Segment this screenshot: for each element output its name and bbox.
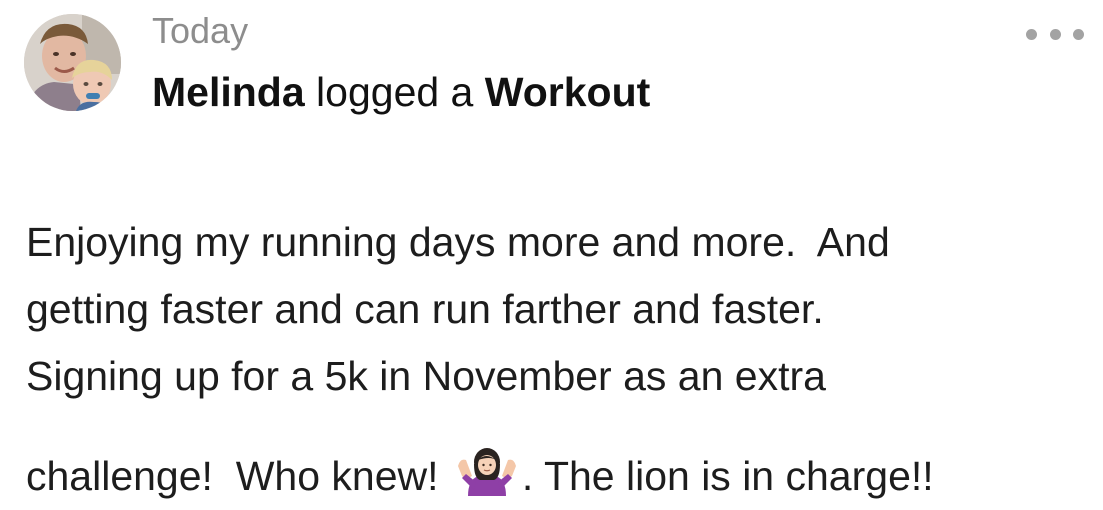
more-horizontal-icon-dot [1049,28,1061,40]
post-body-line: getting faster and can run farther and f… [26,286,824,332]
more-horizontal-icon [1026,28,1037,40]
avatar-photo [24,14,121,111]
post-body-last-line: challenge! Who knew! . The lion is in ch… [26,446,934,500]
post-body-text-end: . The lion is in charge!! [521,453,934,499]
author-name-link[interactable]: Melinda [152,69,305,115]
post-timestamp: Today [152,10,249,51]
post-body-line: Signing up for a 5k in November as an ex… [26,353,826,399]
author-avatar[interactable] [24,14,121,111]
post-body-text: challenge! Who knew! [26,453,450,499]
more-horizontal-icon-dot [1073,28,1084,40]
feed-post: Today Melinda logged a Workout Enjoying … [0,0,1103,510]
post-headline: Melinda logged a Workout [152,68,650,116]
action-text: logged a [316,69,474,115]
more-options-button[interactable] [1026,22,1084,46]
activity-type-link[interactable]: Workout [485,69,651,115]
post-body-line: Enjoying my running days more and more. … [26,219,890,265]
woman-shrugging-emoji [457,448,516,496]
